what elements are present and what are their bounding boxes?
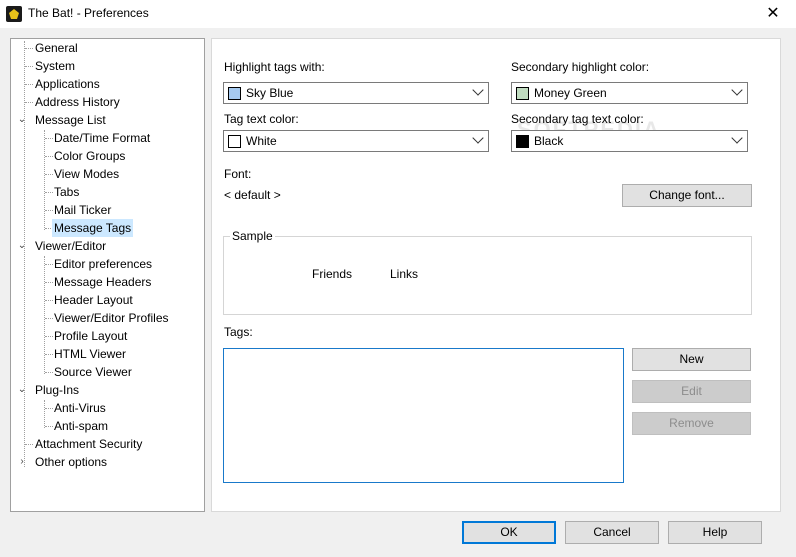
select-value: Money Green	[534, 86, 607, 100]
tree-connector-line	[25, 66, 33, 67]
tags-list[interactable]	[223, 348, 624, 483]
tree-item-applications[interactable]: Applications	[33, 75, 102, 93]
message-tags-panel: SOFTPEDIA Highlight tags with: Sky Blue …	[211, 38, 781, 512]
secondary-highlight-color-select[interactable]: Money Green	[511, 82, 748, 104]
tree-connector-line	[44, 256, 45, 374]
tree-connector-line	[24, 41, 25, 467]
sample-group: Sample Friends Links	[223, 229, 752, 315]
tree-item-view-modes[interactable]: View Modes	[52, 165, 121, 183]
chevron-down-icon	[472, 132, 484, 144]
tree-item-color-groups[interactable]: Color Groups	[52, 147, 127, 165]
tree-item-header-layout[interactable]: Header Layout	[52, 291, 135, 309]
tree-item-html-viewer[interactable]: HTML Viewer	[52, 345, 128, 363]
tree-item-message-tags[interactable]: Message Tags	[52, 219, 134, 237]
bat-app-icon	[6, 6, 22, 22]
secondary-tag-text-color-select[interactable]: Black	[511, 130, 748, 152]
sample-label: Sample	[230, 229, 275, 243]
tree-connector-line	[44, 130, 45, 230]
chevron-down-icon[interactable]: ⌄	[17, 240, 27, 252]
chevron-right-icon[interactable]: ›	[17, 456, 27, 468]
select-value: White	[246, 134, 277, 148]
tree-connector-line	[25, 444, 33, 445]
tree-item-address-history[interactable]: Address History	[33, 93, 122, 111]
tree-item-general[interactable]: General	[33, 39, 80, 57]
tree-item-date-time-format[interactable]: Date/Time Format	[52, 129, 152, 147]
tree-item-tabs[interactable]: Tabs	[52, 183, 81, 201]
highlight-tags-label: Highlight tags with:	[224, 60, 325, 74]
change-font-button[interactable]: Change font...	[622, 184, 752, 207]
close-button[interactable]: ✕	[750, 0, 796, 28]
tag-text-color-select[interactable]: White	[223, 130, 489, 152]
highlight-color-select[interactable]: Sky Blue	[223, 82, 489, 104]
tree-item-editor-preferences[interactable]: Editor preferences	[52, 255, 154, 273]
tree-item-profile-layout[interactable]: Profile Layout	[52, 327, 129, 345]
tree-item-viewer-editor[interactable]: Viewer/Editor	[33, 237, 108, 255]
tree-item-message-list[interactable]: Message List	[33, 111, 108, 129]
tree-item-message-headers[interactable]: Message Headers	[52, 273, 153, 291]
window-title: The Bat! - Preferences	[28, 6, 149, 20]
sample-tag-links: Links	[390, 267, 419, 281]
cancel-button[interactable]: Cancel	[565, 521, 659, 544]
color-swatch	[516, 87, 529, 100]
sample-tag-friends: Friends	[312, 267, 353, 281]
preferences-tree[interactable]: ⌄ ⌄ ⌄ › General System Applications Addr…	[10, 38, 205, 512]
tree-item-system[interactable]: System	[33, 57, 77, 75]
tree-item-anti-virus[interactable]: Anti-Virus	[52, 399, 108, 417]
secondary-highlight-label: Secondary highlight color:	[511, 60, 650, 74]
chevron-down-icon	[472, 84, 484, 96]
font-value: < default >	[224, 188, 281, 202]
tags-label: Tags:	[224, 325, 253, 339]
edit-tag-button[interactable]: Edit	[632, 380, 751, 403]
chevron-down-icon	[731, 132, 743, 144]
new-tag-button[interactable]: New	[632, 348, 751, 371]
tree-connector-line	[25, 84, 33, 85]
color-swatch	[228, 87, 241, 100]
tree-connector-line	[25, 102, 33, 103]
select-value: Black	[534, 134, 564, 148]
tree-item-anti-spam[interactable]: Anti-spam	[52, 417, 110, 435]
chevron-down-icon[interactable]: ⌄	[17, 384, 27, 396]
tag-text-color-label: Tag text color:	[224, 112, 299, 126]
secondary-tag-text-label: Secondary tag text color:	[511, 112, 644, 126]
remove-tag-button[interactable]: Remove	[632, 412, 751, 435]
ok-button[interactable]: OK	[462, 521, 556, 544]
tree-item-viewer-editor-profiles[interactable]: Viewer/Editor Profiles	[52, 309, 171, 327]
tree-connector-line	[44, 400, 45, 428]
title-bar: The Bat! - Preferences ✕	[0, 0, 796, 28]
tree-item-source-viewer[interactable]: Source Viewer	[52, 363, 134, 381]
help-button[interactable]: Help	[668, 521, 762, 544]
color-swatch	[228, 135, 241, 148]
color-swatch	[516, 135, 529, 148]
tree-item-other-options[interactable]: Other options	[33, 453, 109, 471]
chevron-down-icon[interactable]: ⌄	[17, 114, 27, 126]
chevron-down-icon	[731, 84, 743, 96]
tree-item-mail-ticker[interactable]: Mail Ticker	[52, 201, 113, 219]
select-value: Sky Blue	[246, 86, 294, 100]
tree-connector-line	[25, 48, 33, 49]
tree-item-attachment-security[interactable]: Attachment Security	[33, 435, 144, 453]
tree-item-plug-ins[interactable]: Plug-Ins	[33, 381, 81, 399]
font-label: Font:	[224, 167, 252, 181]
